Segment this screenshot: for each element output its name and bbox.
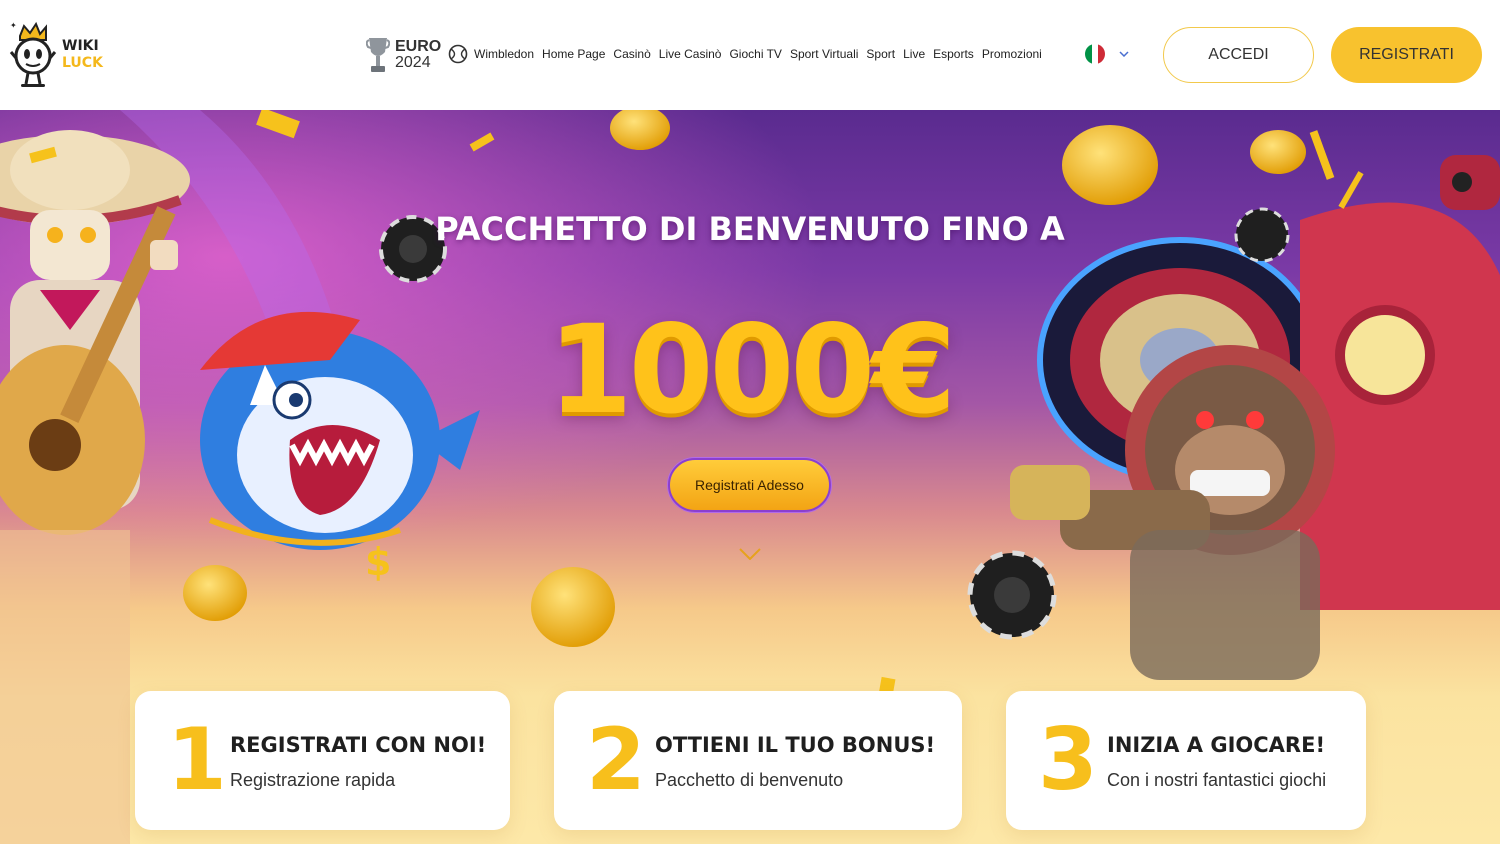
step-title: REGISTRATI CON NOI! xyxy=(230,733,487,757)
nav-item-giochi-tv[interactable]: Giochi TV xyxy=(729,47,781,61)
step-subtitle: Registrazione rapida xyxy=(230,770,396,790)
step-subtitle: Pacchetto di benvenuto xyxy=(655,770,844,790)
trophy-icon xyxy=(366,38,390,72)
euro-year: 2024 xyxy=(395,54,431,71)
nav-item-sport-virtuali[interactable]: Sport Virtuali xyxy=(790,47,858,61)
step-number: 2 xyxy=(586,710,646,810)
nav-item-live[interactable]: Live xyxy=(903,47,925,61)
main-nav: Wimbledon Home Page Casinò Live Casinò G… xyxy=(448,44,1050,64)
chevron-down-icon xyxy=(1119,51,1129,57)
step-card-register: 1 REGISTRATI CON NOI! Registrazione rapi… xyxy=(135,691,510,830)
register-now-button[interactable]: Registrati Adesso xyxy=(668,458,831,512)
mascot-logo-icon: ✦ xyxy=(9,21,57,87)
nav-item-sport[interactable]: Sport xyxy=(866,47,895,61)
svg-text:$: $ xyxy=(365,540,391,584)
svg-text:✦: ✦ xyxy=(10,21,17,30)
nav-item-live-casino[interactable]: Live Casinò xyxy=(659,47,722,61)
site-header: ✦ WIKI LUCK EURO 2024 Wimbledon Home Pag… xyxy=(0,0,1500,110)
step-card-bonus: 2 OTTIENI IL TUO BONUS! Pacchetto di ben… xyxy=(554,691,962,830)
step-number: 3 xyxy=(1038,710,1098,810)
step-number: 1 xyxy=(167,710,227,810)
step-title: INIZIA A GIOCARE! xyxy=(1107,733,1326,757)
scroll-down-chevron-icon[interactable] xyxy=(739,548,761,560)
nav-item-esports[interactable]: Esports xyxy=(933,47,974,61)
euro-2024-link[interactable]: EURO 2024 xyxy=(366,36,441,74)
italy-flag-icon xyxy=(1085,44,1105,64)
hero-title: PACCHETTO DI BENVENUTO FINO A xyxy=(435,210,1065,248)
euro-label: EURO xyxy=(395,38,442,55)
language-selector[interactable] xyxy=(1085,44,1129,64)
nav-item-promozioni[interactable]: Promozioni xyxy=(982,47,1042,61)
wikiluck-logo[interactable]: ✦ WIKI LUCK xyxy=(6,18,116,92)
login-button[interactable]: ACCEDI xyxy=(1163,27,1314,83)
nav-item-casino[interactable]: Casinò xyxy=(613,47,650,61)
tennis-ball-icon xyxy=(448,44,468,64)
nav-item-wimbledon[interactable]: Wimbledon xyxy=(474,47,534,61)
nav-item-home-page[interactable]: Home Page xyxy=(542,47,605,61)
hero-bonus-amount: 1000€ xyxy=(547,299,956,441)
logo-text-luck: LUCK xyxy=(62,55,103,71)
step-subtitle: Con i nostri fantastici giochi xyxy=(1107,770,1327,790)
logo-text-wiki: WIKI xyxy=(62,38,99,54)
step-title: OTTIENI IL TUO BONUS! xyxy=(655,733,936,757)
register-button[interactable]: REGISTRATI xyxy=(1331,27,1482,83)
step-card-play: 3 INIZIA A GIOCARE! Con i nostri fantast… xyxy=(1006,691,1366,830)
